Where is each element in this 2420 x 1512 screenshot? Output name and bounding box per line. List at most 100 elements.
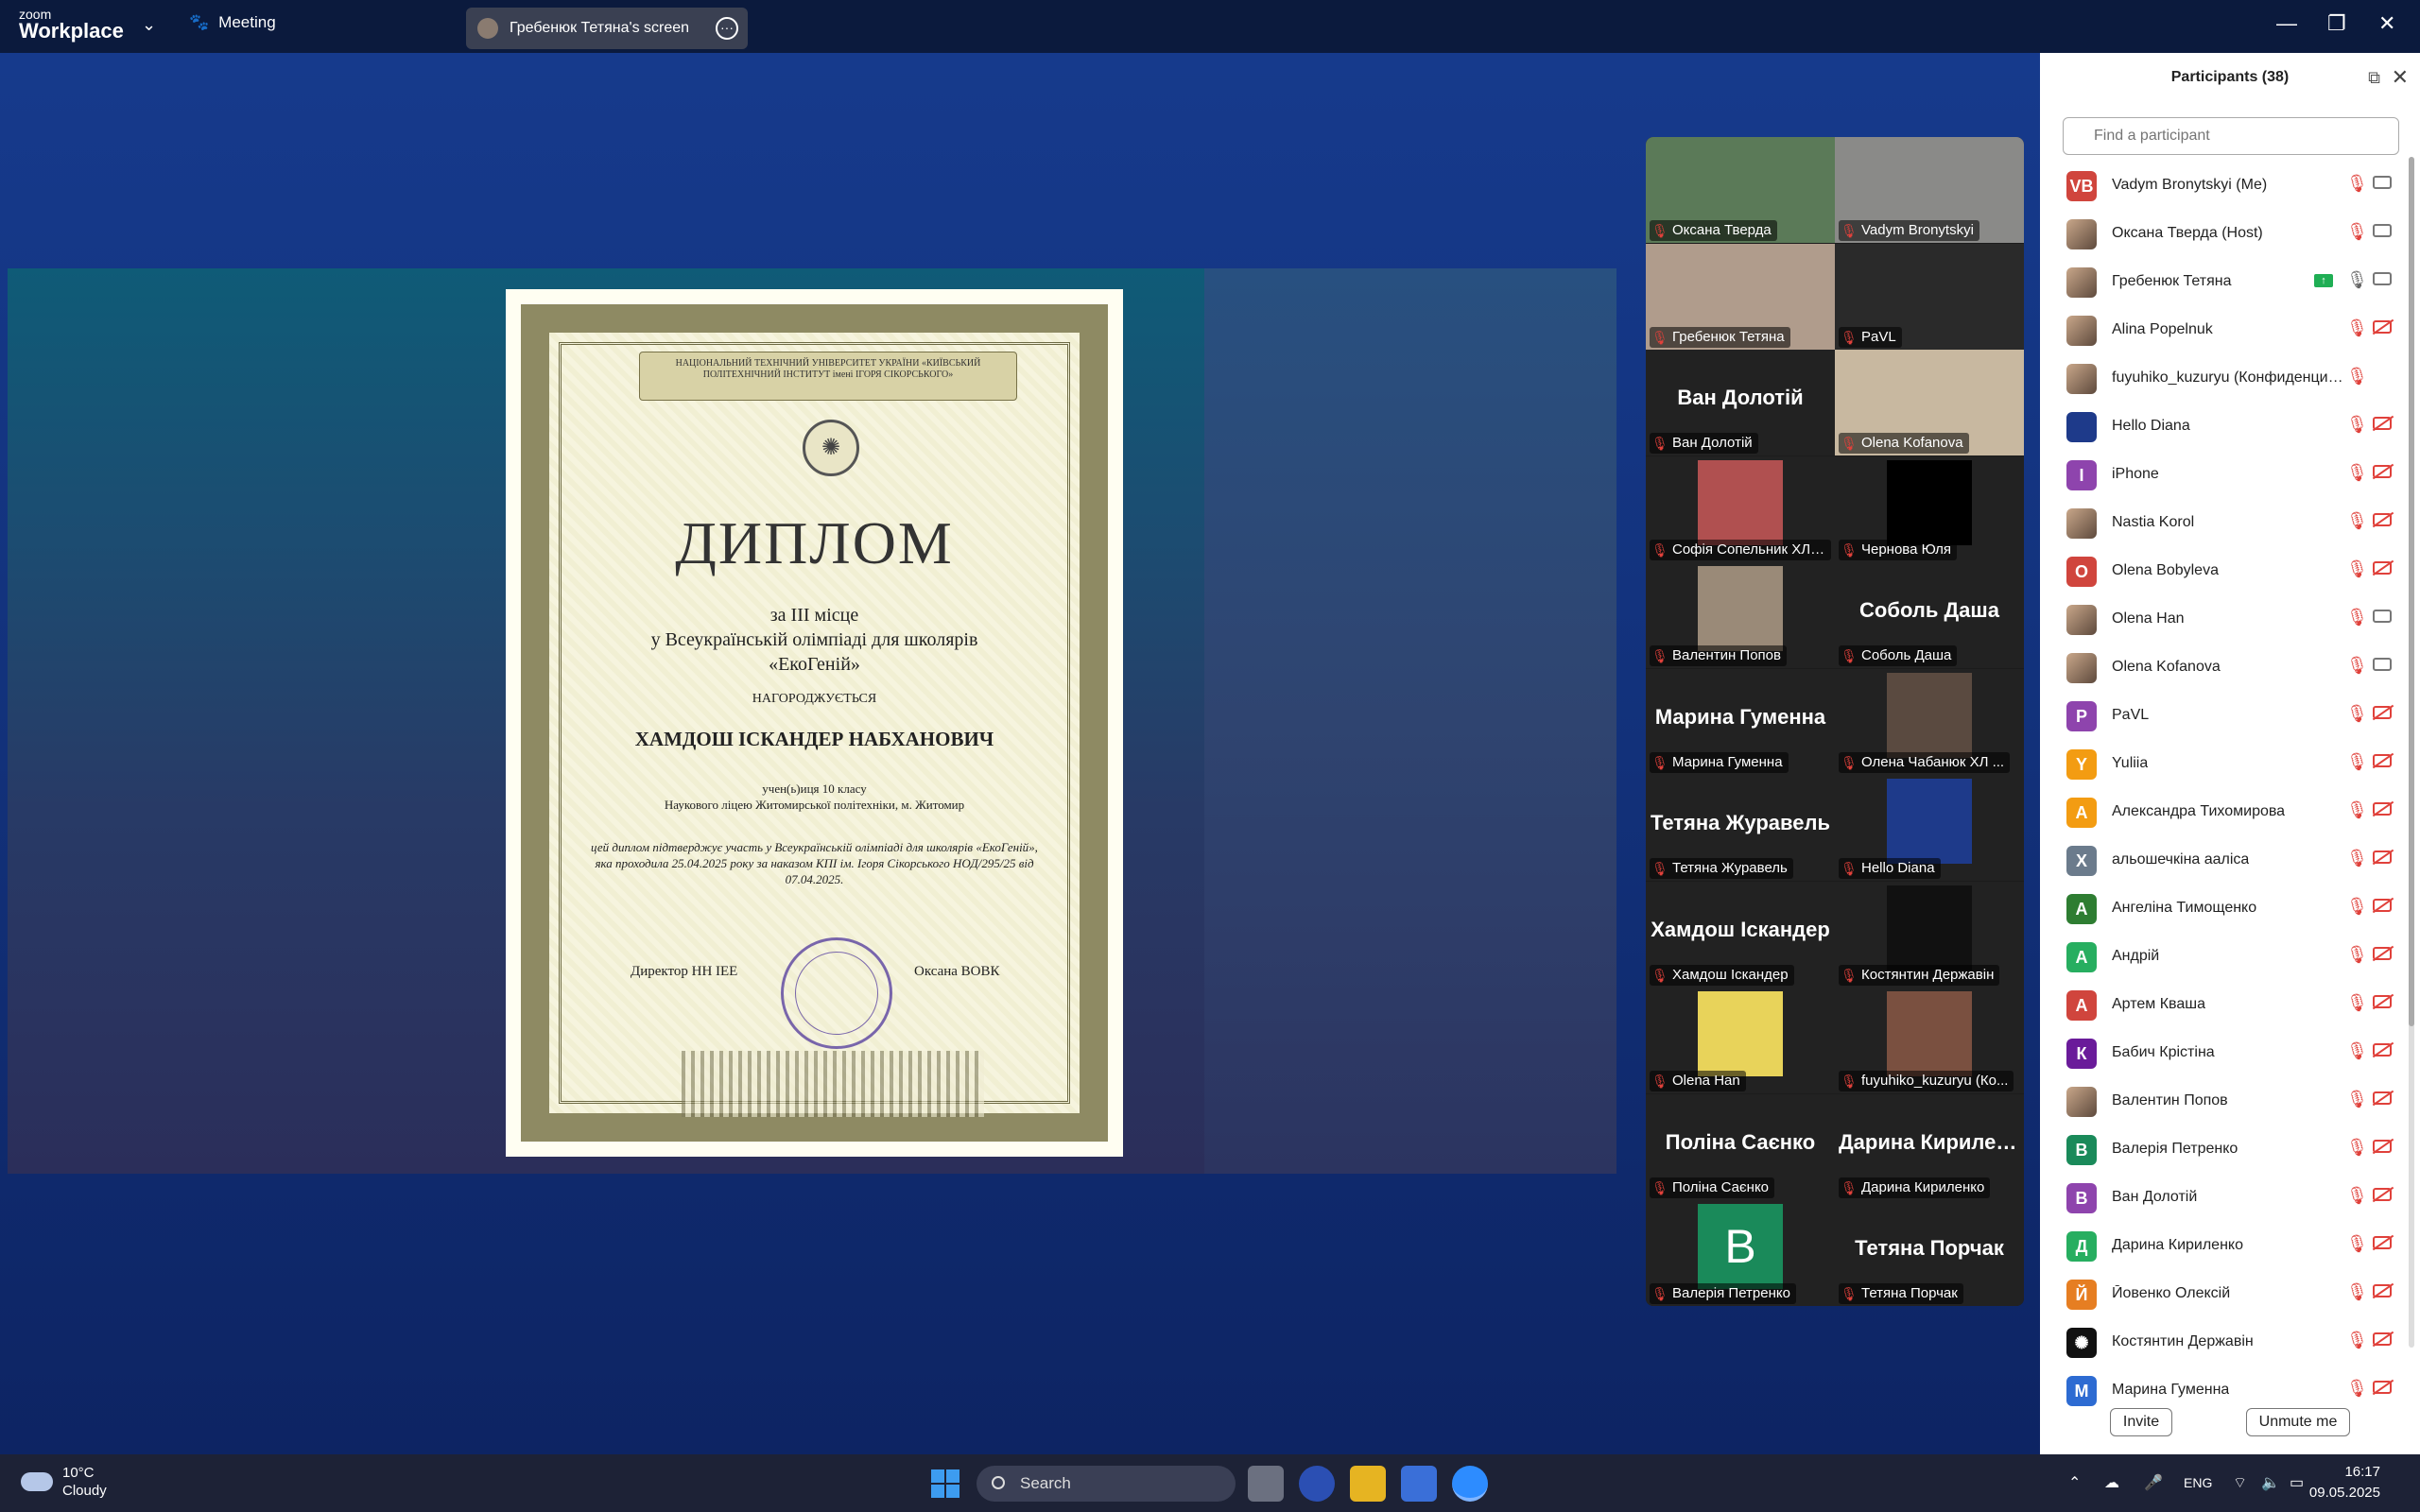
windows-start-icon[interactable] (931, 1469, 959, 1498)
participant-row[interactable]: Xальошечкіна ааліса 🎙 (2040, 833, 2409, 882)
camera-off-icon[interactable] (2373, 1091, 2392, 1105)
participant-row[interactable]: Olena Han 🎙 (2040, 593, 2409, 641)
video-tile[interactable]: 🎙 Костянтин Державін (1835, 881, 2024, 988)
camera-off-icon[interactable] (2373, 1140, 2392, 1153)
more-options-icon[interactable]: ··· (716, 17, 738, 40)
camera-off-icon[interactable] (2373, 1284, 2392, 1297)
video-tile[interactable]: Марина Гуменна 🎙 Марина Гуменна (1646, 668, 1835, 775)
popout-icon[interactable]: ⧉ (2368, 68, 2380, 88)
participant-search-input[interactable] (2063, 117, 2399, 155)
video-tile[interactable]: Поліна Саєнко 🎙 Поліна Саєнко (1646, 1093, 1835, 1200)
video-tile[interactable]: 🎙 Гребенюк Тетяна (1646, 243, 1835, 350)
video-tile[interactable]: 🎙 fuyuhiko_kuzuryu (Ко... (1835, 988, 2024, 1093)
mic-muted-icon[interactable]: 🎙 (2346, 1090, 2368, 1109)
camera-icon[interactable] (2373, 658, 2392, 671)
participant-row[interactable]: Д Дарина Кириленко 🎙 (2040, 1219, 2409, 1267)
camera-off-icon[interactable] (2373, 850, 2392, 864)
mic-muted-icon[interactable]: 🎙 (2346, 511, 2368, 531)
video-tile[interactable]: 🎙 Hello Diana (1835, 775, 2024, 881)
mic-muted-icon[interactable]: 🎙 (2346, 1186, 2368, 1206)
participant-row[interactable]: А Андрій 🎙 (2040, 930, 2409, 978)
participant-row[interactable]: Гребенюк Тетяна ↑ 🎙 (2040, 255, 2409, 303)
participant-row[interactable]: Nastia Korol 🎙 (2040, 496, 2409, 544)
video-tile[interactable]: Тетяна Порчак 🎙 Тетяна Порчак (1835, 1200, 2024, 1306)
camera-off-icon[interactable] (2373, 802, 2392, 816)
restore-icon[interactable]: ❐ (2327, 11, 2346, 36)
camera-off-icon[interactable] (2373, 1332, 2392, 1346)
participant-row[interactable]: А Ангеліна Тимощенко 🎙 (2040, 882, 2409, 930)
mic-muted-icon[interactable]: 🎙 (2346, 704, 2368, 724)
mic-muted-icon[interactable]: 🎙 (2346, 608, 2368, 627)
mic-muted-icon[interactable]: 🎙 (2346, 415, 2368, 435)
camera-off-icon[interactable] (2373, 754, 2392, 767)
mic-muted-icon[interactable]: 🎙 (2346, 1331, 2368, 1350)
chevron-up-icon[interactable]: ⌃ (2068, 1473, 2081, 1492)
mic-muted-icon[interactable]: 🎙 (2346, 367, 2368, 387)
participant-row[interactable]: Й Йовенко Олексій 🎙 (2040, 1267, 2409, 1315)
weather-widget[interactable]: 10°C Cloudy (21, 1464, 107, 1500)
mic-muted-icon[interactable]: 🎙 (2346, 849, 2368, 868)
video-tile[interactable]: 🎙 PaVL (1835, 243, 2024, 350)
clock[interactable]: 16:17 09.05.2025 (2309, 1462, 2380, 1503)
camera-off-icon[interactable] (2373, 706, 2392, 719)
participant-row[interactable]: М Марина Гуменна 🎙 (2040, 1364, 2409, 1412)
close-panel-icon[interactable]: ✕ (2392, 65, 2409, 90)
video-tile[interactable]: 🎙 Olena Han (1646, 988, 1835, 1093)
video-tile[interactable]: 🎙 Olena Kofanova (1835, 350, 2024, 455)
mic-muted-icon[interactable]: 🎙 (2346, 1041, 2368, 1061)
participant-row[interactable]: B Валерія Петренко 🎙 (2040, 1123, 2409, 1171)
mic-muted-icon[interactable]: 🎙 (2346, 800, 2368, 820)
volume-icon[interactable]: 🔈 (2261, 1473, 2280, 1492)
battery-icon[interactable]: ▭ (2290, 1473, 2304, 1492)
microphone-icon[interactable]: 🎤 (2144, 1473, 2163, 1492)
participant-row[interactable]: Olena Kofanova 🎙 (2040, 641, 2409, 689)
mic-muted-icon[interactable]: 🎙 (2346, 656, 2368, 676)
mic-muted-icon[interactable]: 🎙 (2346, 1234, 2368, 1254)
file-explorer-icon[interactable] (1350, 1466, 1386, 1502)
meeting-menu-button[interactable]: 🐾 Meeting (189, 13, 276, 32)
mic-muted-icon[interactable]: 🎙 (2346, 897, 2368, 917)
mic-muted-icon[interactable]: 🎙 (2346, 993, 2368, 1013)
mic-muted-icon[interactable]: 🎙 (2346, 174, 2368, 194)
camera-off-icon[interactable] (2373, 1043, 2392, 1057)
camera-off-icon[interactable] (2373, 1188, 2392, 1201)
camera-off-icon[interactable] (2373, 995, 2392, 1008)
unmute-me-button[interactable]: Unmute me (2246, 1408, 2350, 1436)
camera-icon[interactable] (2373, 176, 2392, 189)
camera-off-icon[interactable] (2373, 947, 2392, 960)
mic-muted-icon[interactable]: 🎙 (2346, 463, 2368, 483)
participant-row[interactable]: IiPhone 🎙 (2040, 448, 2409, 496)
video-tile[interactable]: Дарина Кириленко 🎙 Дарина Кириленко (1835, 1093, 2024, 1200)
screen-share-pill[interactable]: Гребенюк Тетяна's screen ··· (466, 8, 748, 49)
mic-muted-icon[interactable]: 🎙 (2346, 1282, 2368, 1302)
participant-row[interactable]: Alina Popelnuk 🎙 (2040, 303, 2409, 352)
onedrive-icon[interactable]: ☁ (2104, 1473, 2119, 1492)
teamviewer-icon[interactable] (1299, 1466, 1335, 1502)
video-tile[interactable]: Тетяна Журавель 🎙 Тетяна Журавель (1646, 775, 1835, 881)
minimize-icon[interactable]: — (2276, 11, 2297, 36)
scrollbar[interactable] (2409, 157, 2414, 1348)
camera-off-icon[interactable] (2373, 417, 2392, 430)
camera-off-icon[interactable] (2373, 513, 2392, 526)
participant-row[interactable]: O Olena Bobyleva 🎙 (2040, 544, 2409, 593)
camera-icon[interactable] (2373, 610, 2392, 623)
participant-row[interactable]: Валентин Попов 🎙 (2040, 1074, 2409, 1123)
video-tile[interactable]: B 🎙 Валерія Петренко (1646, 1200, 1835, 1306)
mic-icon[interactable]: 🎙 (2346, 270, 2368, 290)
camera-off-icon[interactable] (2373, 320, 2392, 334)
participant-row[interactable]: fuyuhiko_kuzuryu (Конфиденциальн... 🎙 (2040, 352, 2409, 400)
mic-muted-icon[interactable]: 🎙 (2346, 318, 2368, 338)
mic-muted-icon[interactable]: 🎙 (2346, 222, 2368, 242)
camera-off-icon[interactable] (2373, 561, 2392, 575)
participant-row[interactable]: VB Vadym Bronytskyi (Me) 🎙 (2040, 159, 2409, 207)
video-tile[interactable]: 🎙 Софія Сопельник ХЛ ... (1646, 455, 1835, 562)
participant-row[interactable]: Y Yuliia 🎙 (2040, 737, 2409, 785)
participant-row[interactable]: А Александра Тихомирова 🎙 (2040, 785, 2409, 833)
task-view-icon[interactable] (1248, 1466, 1284, 1502)
mic-muted-icon[interactable]: 🎙 (2346, 559, 2368, 579)
zoom-app-icon[interactable] (1452, 1466, 1488, 1502)
wifi-icon[interactable]: ⌔ (2233, 1473, 2247, 1492)
participant-row[interactable]: В Ван Долотій 🎙 (2040, 1171, 2409, 1219)
participant-row[interactable]: Оксана Тверда (Host) 🎙 (2040, 207, 2409, 255)
video-tile[interactable]: 🎙 Олена Чабанюк ХЛ ... (1835, 668, 2024, 775)
